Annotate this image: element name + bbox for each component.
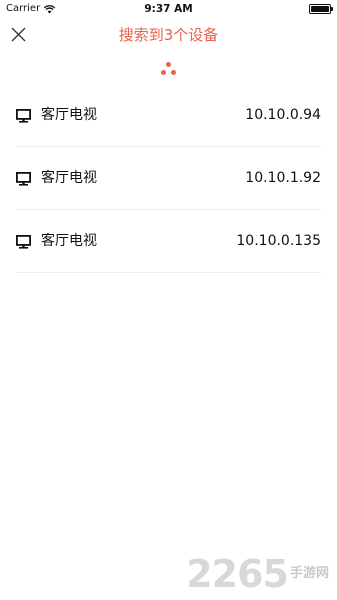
battery-icon bbox=[309, 4, 333, 14]
device-row[interactable]: 客厅电视 10.10.0.135 bbox=[16, 210, 321, 273]
monitor-icon bbox=[16, 235, 31, 249]
watermark-suffix: 手游网 bbox=[289, 566, 329, 581]
watermark: 2265 手游网 bbox=[186, 550, 329, 596]
status-bar: Carrier 9:37 AM bbox=[0, 0, 337, 18]
loading-dots-icon bbox=[158, 60, 180, 80]
device-row[interactable]: 客厅电视 10.10.1.92 bbox=[16, 147, 321, 210]
device-ip: 10.10.0.135 bbox=[236, 233, 321, 249]
device-name: 客厅电视 bbox=[41, 170, 97, 186]
device-row[interactable]: 客厅电视 10.10.0.94 bbox=[16, 84, 321, 147]
device-name: 客厅电视 bbox=[41, 107, 97, 123]
monitor-icon bbox=[16, 172, 31, 186]
device-search-screen: Carrier 9:37 AM 搜索到3个设备 客厅电视 10.10.0.94 … bbox=[0, 0, 337, 600]
device-list: 客厅电视 10.10.0.94 客厅电视 10.10.1.92 客厅电视 10.… bbox=[0, 84, 337, 273]
status-bar-right bbox=[309, 4, 333, 14]
page-title: 搜索到3个设备 bbox=[118, 26, 219, 44]
device-ip: 10.10.0.94 bbox=[245, 107, 321, 123]
device-ip: 10.10.1.92 bbox=[245, 170, 321, 186]
header: 搜索到3个设备 bbox=[0, 18, 337, 54]
watermark-number: 2265 bbox=[186, 552, 289, 596]
status-time: 9:37 AM bbox=[144, 3, 193, 15]
device-name: 客厅电视 bbox=[41, 233, 97, 249]
monitor-icon bbox=[16, 109, 31, 123]
